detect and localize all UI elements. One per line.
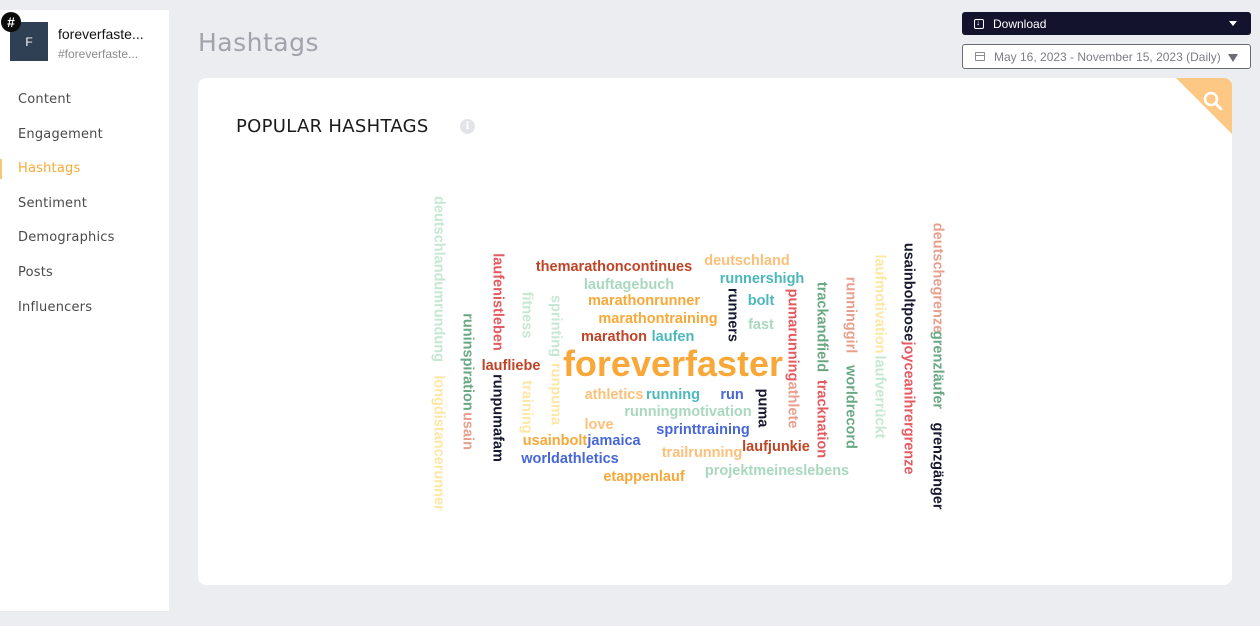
sidebar-item-content[interactable]: Content [0,90,169,125]
profile-handle: #foreverfaste... [58,47,139,61]
hashtag-word[interactable]: laufenistleben [489,253,505,351]
calendar-icon [975,52,985,61]
hashtag-word[interactable]: trackandfield [813,282,829,372]
hashtag-word[interactable]: worldathletics [521,452,619,467]
sidebar-item-sentiment[interactable]: Sentiment [0,194,169,229]
hashtag-word[interactable]: fast [748,318,774,333]
hashtag-word[interactable]: laufverrückt [871,355,887,438]
hashtag-word[interactable]: lauftagebuch [584,278,674,293]
hashtag-word[interactable]: deutschegrenze [929,223,945,333]
download-label: Download [993,16,1047,31]
hashtag-word[interactable]: runpuma [547,363,563,425]
hashtag-word[interactable]: athlete [784,382,800,429]
hashtag-word[interactable]: athletics [585,388,644,403]
hashtag-word[interactable]: usain [459,412,475,450]
hashtag-word[interactable]: runnershigh [720,272,805,287]
hashtag-word[interactable]: runninggirl [842,277,858,354]
hashtag-word[interactable]: bolt [748,294,775,309]
hashtag-word[interactable]: marathon [581,330,647,345]
hashtag-word[interactable]: laufen [652,330,695,345]
hashtag-word[interactable]: training [518,380,534,433]
hashtag-word[interactable]: pumarunning [784,289,800,382]
sidebar-item-influencers[interactable]: Influencers [0,298,169,333]
hashtag-word[interactable]: laufjunkie [742,440,810,455]
popular-hashtags-card: POPULAR HASHTAGS i [198,78,1232,585]
search-icon [1203,91,1223,111]
sidebar-nav: Content Engagement Hashtags Sentiment De… [0,90,169,332]
hashtag-word[interactable]: marathonrunner [588,294,700,309]
profile-name: foreverfaste... [58,26,144,42]
hashtag-word[interactable]: jamaica [587,434,640,449]
sidebar-item-engagement[interactable]: Engagement [0,125,169,160]
hashtag-word[interactable]: grenzgänger [929,422,945,509]
hashtag-badge-icon: # [1,12,21,32]
date-range-picker[interactable]: May 16, 2023 - November 15, 2023 (Daily) [962,44,1251,69]
card-title: POPULAR HASHTAGS [236,116,429,137]
hashtag-word[interactable]: grenzläufer [929,331,945,409]
sidebar-item-demographics[interactable]: Demographics [0,228,169,263]
page-title: Hashtags [198,28,320,57]
sidebar: F # foreverfaste... #foreverfaste... Con… [0,10,169,611]
hashtag-word[interactable]: running [646,388,700,403]
hashtag-word[interactable]: tracknation [813,380,829,458]
sidebar-item-hashtags[interactable]: Hashtags [0,159,169,194]
hashtag-word[interactable]: themarathoncontinues [536,260,692,275]
hashtag-word[interactable]: laufmotivation [871,254,887,353]
hashtag-word[interactable]: projektmeineslebens [705,464,849,479]
hashtag-word[interactable]: runinspiration [459,313,475,410]
search-button[interactable] [1176,78,1232,134]
caret-down-icon [1228,54,1238,62]
hashtag-word[interactable]: puma [754,389,770,428]
hashtag-word[interactable]: run [720,388,743,403]
caret-down-icon [1229,21,1237,26]
sidebar-item-posts[interactable]: Posts [0,263,169,298]
hashtag-word[interactable]: usainboltpose [900,243,916,341]
hashtag-word[interactable]: etappenlauf [603,470,684,485]
hashtag-word[interactable]: runpumafam [489,374,505,462]
download-button[interactable]: Download [962,12,1251,35]
hashtag-word[interactable]: usainbolt [523,434,587,449]
date-range-label: May 16, 2023 - November 15, 2023 (Daily) [994,49,1221,64]
hashtag-word[interactable]: deutschlandumrundung [430,196,446,362]
hashtag-word[interactable]: trailrunning [662,446,743,461]
hashtag-word[interactable]: marathontraining [598,312,717,327]
hashtag-word[interactable]: love [584,418,613,433]
hashtag-word[interactable]: longdistancerunner [430,375,446,510]
hashtag-word[interactable]: sprinting [547,295,563,357]
profile-header[interactable]: F # foreverfaste... #foreverfaste... [0,10,169,70]
hashtag-word[interactable]: foreverfaster [563,346,783,382]
hashtag-word[interactable]: worldrecord [842,365,858,449]
info-icon[interactable]: i [460,119,475,134]
hashtag-word[interactable]: joyceanihrergrenze [900,342,916,475]
hashtag-word[interactable]: laufliebe [482,359,541,374]
hashtag-word[interactable]: sprinttraining [656,423,749,438]
hashtag-word[interactable]: runners [724,288,740,342]
download-icon [974,17,984,29]
hashtag-word[interactable]: runningmotivation [624,405,751,420]
hashtag-word[interactable]: deutschland [704,254,789,269]
hashtag-word[interactable]: fitness [518,292,534,339]
